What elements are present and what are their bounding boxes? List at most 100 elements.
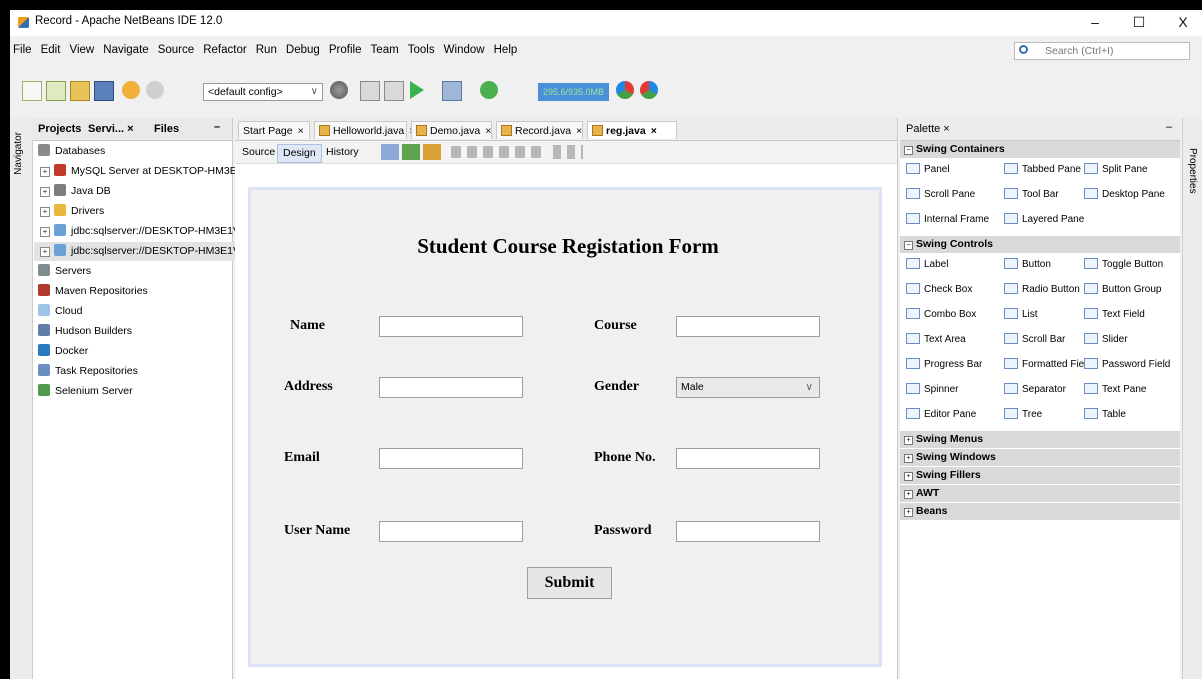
palette-item[interactable]: Split Pane bbox=[1084, 163, 1148, 177]
palette-item[interactable]: Button Group bbox=[1084, 283, 1161, 297]
gender-select[interactable]: Male ∨ bbox=[676, 377, 820, 398]
tree-item[interactable]: Cloud bbox=[34, 302, 234, 321]
search-input[interactable]: Search (Ctrl+I) bbox=[1014, 42, 1190, 60]
menu-window[interactable]: Window bbox=[444, 44, 485, 56]
palette-tab[interactable]: Palette × bbox=[906, 123, 950, 135]
menu-refactor[interactable]: Refactor bbox=[203, 44, 246, 56]
palette-item[interactable]: Text Pane bbox=[1084, 383, 1146, 397]
minimize-panel-icon[interactable]: – bbox=[1166, 121, 1172, 133]
palette-item[interactable]: Internal Frame bbox=[906, 213, 989, 227]
palette-item[interactable]: Panel bbox=[906, 163, 950, 177]
palette-section-header[interactable]: − Swing Controls bbox=[900, 236, 1180, 253]
palette-section-header[interactable]: − Swing Containers bbox=[900, 141, 1180, 158]
menu-team[interactable]: Team bbox=[371, 44, 399, 56]
palette-item[interactable]: Desktop Pane bbox=[1084, 188, 1165, 202]
properties-strip[interactable]: Properties bbox=[1182, 118, 1202, 679]
tree-item[interactable]: Servers bbox=[34, 262, 234, 281]
editor-tab[interactable]: Helloworld.java× bbox=[314, 121, 415, 139]
close-button[interactable]: X bbox=[1166, 12, 1200, 32]
expand-icon[interactable]: + bbox=[40, 247, 50, 257]
palette-item[interactable]: Spinner bbox=[906, 383, 958, 397]
save-all-icon[interactable] bbox=[94, 81, 114, 101]
menu-debug[interactable]: Debug bbox=[286, 44, 320, 56]
palette-item[interactable]: Layered Pane bbox=[1004, 213, 1084, 227]
password-field[interactable] bbox=[676, 521, 820, 542]
expand-icon[interactable]: + bbox=[40, 167, 50, 177]
palette-section-header[interactable]: + Swing Menus bbox=[900, 431, 1180, 448]
target-icon[interactable] bbox=[330, 81, 348, 99]
design-canvas[interactable]: Student Course Registation Form Name Cou… bbox=[248, 187, 882, 667]
maximize-button[interactable]: ☐ bbox=[1122, 12, 1156, 32]
palette-item[interactable]: Editor Pane bbox=[906, 408, 976, 422]
tree-item[interactable]: Selenium Server bbox=[34, 382, 234, 401]
palette-item[interactable]: Text Field bbox=[1084, 308, 1145, 322]
palette-item[interactable]: Tool Bar bbox=[1004, 188, 1059, 202]
tree-item[interactable]: + Drivers bbox=[34, 202, 236, 221]
palette-item[interactable]: Tabbed Pane bbox=[1004, 163, 1081, 177]
tab-files[interactable]: Files bbox=[154, 123, 179, 135]
editor-tab[interactable]: reg.java × bbox=[587, 121, 677, 139]
tree-item[interactable]: Task Repositories bbox=[34, 362, 234, 381]
close-tab-icon[interactable]: × bbox=[485, 125, 491, 137]
redo-icon[interactable] bbox=[146, 81, 164, 99]
build-icon[interactable] bbox=[384, 81, 404, 101]
tab-design[interactable]: Design bbox=[277, 144, 322, 163]
menu-profile[interactable]: Profile bbox=[329, 44, 362, 56]
palette-section-header[interactable]: + Swing Windows bbox=[900, 449, 1180, 466]
menu-source[interactable]: Source bbox=[158, 44, 194, 56]
tree-item[interactable]: Maven Repositories bbox=[34, 282, 234, 301]
clean-icon[interactable] bbox=[360, 81, 380, 101]
menu-tools[interactable]: Tools bbox=[408, 44, 435, 56]
palette-section-header[interactable]: + Swing Fillers bbox=[900, 467, 1180, 484]
palette-item[interactable]: Toggle Button bbox=[1084, 258, 1163, 272]
expand-icon[interactable]: + bbox=[40, 207, 50, 217]
menu-run[interactable]: Run bbox=[256, 44, 277, 56]
debug-icon[interactable] bbox=[442, 81, 462, 101]
config-select[interactable]: <default config> ∨ bbox=[203, 83, 323, 101]
minimize-button[interactable]: – bbox=[1078, 12, 1112, 32]
palette-item[interactable]: Formatted Field bbox=[1004, 358, 1092, 372]
palette-item[interactable]: Label bbox=[906, 258, 948, 272]
palette-item[interactable]: Tree bbox=[1004, 408, 1042, 422]
palette-item[interactable]: Check Box bbox=[906, 283, 972, 297]
tab-projects[interactable]: Projects bbox=[38, 123, 81, 135]
tree-item[interactable]: + jdbc:sqlserver://DESKTOP-HM3E1VF: bbox=[34, 242, 249, 261]
course-field[interactable] bbox=[676, 316, 820, 337]
editor-tab[interactable]: Demo.java × bbox=[411, 121, 492, 139]
tab-source[interactable]: Source bbox=[237, 144, 280, 161]
palette-item[interactable]: Button bbox=[1004, 258, 1051, 272]
gc-icon[interactable] bbox=[616, 81, 634, 99]
menu-file[interactable]: File bbox=[13, 44, 32, 56]
close-tab-icon[interactable]: × bbox=[576, 125, 582, 137]
navigator-strip[interactable]: Navigator bbox=[10, 118, 33, 679]
close-tab-icon[interactable]: × bbox=[651, 125, 657, 137]
palette-item[interactable]: Table bbox=[1084, 408, 1126, 422]
menu-navigate[interactable]: Navigate bbox=[103, 44, 148, 56]
tree-item[interactable]: Hudson Builders bbox=[34, 322, 234, 341]
palette-item[interactable]: Scroll Pane bbox=[906, 188, 975, 202]
expand-icon[interactable]: + bbox=[40, 227, 50, 237]
open-project-icon[interactable] bbox=[70, 81, 90, 101]
address-field[interactable] bbox=[379, 377, 523, 398]
undo-icon[interactable] bbox=[122, 81, 140, 99]
palette-item[interactable]: Scroll Bar bbox=[1004, 333, 1065, 347]
tree-item[interactable]: + MySQL Server at DESKTOP-HM3E1VF bbox=[34, 162, 256, 181]
menu-edit[interactable]: Edit bbox=[41, 44, 61, 56]
align-icons[interactable] bbox=[451, 146, 543, 158]
palette-item[interactable]: Text Area bbox=[906, 333, 966, 347]
expand-icon[interactable]: + bbox=[40, 187, 50, 197]
close-tab-icon[interactable]: × bbox=[298, 125, 304, 137]
submit-button[interactable]: Submit bbox=[527, 567, 612, 599]
username-field[interactable] bbox=[379, 521, 523, 542]
tree-item[interactable]: + Java DB bbox=[34, 182, 236, 201]
minimize-panel-icon[interactable]: – bbox=[214, 121, 220, 133]
tree-item[interactable]: Databases bbox=[34, 142, 234, 161]
resize-icons[interactable] bbox=[553, 145, 583, 159]
menu-view[interactable]: View bbox=[69, 44, 94, 56]
palette-section-header[interactable]: + AWT bbox=[900, 485, 1180, 502]
tree-item[interactable]: Docker bbox=[34, 342, 234, 361]
selection-mode-icons[interactable] bbox=[381, 144, 441, 160]
name-field[interactable] bbox=[379, 316, 523, 337]
new-file-icon[interactable] bbox=[22, 81, 42, 101]
profile-ide-icon[interactable] bbox=[640, 81, 658, 99]
